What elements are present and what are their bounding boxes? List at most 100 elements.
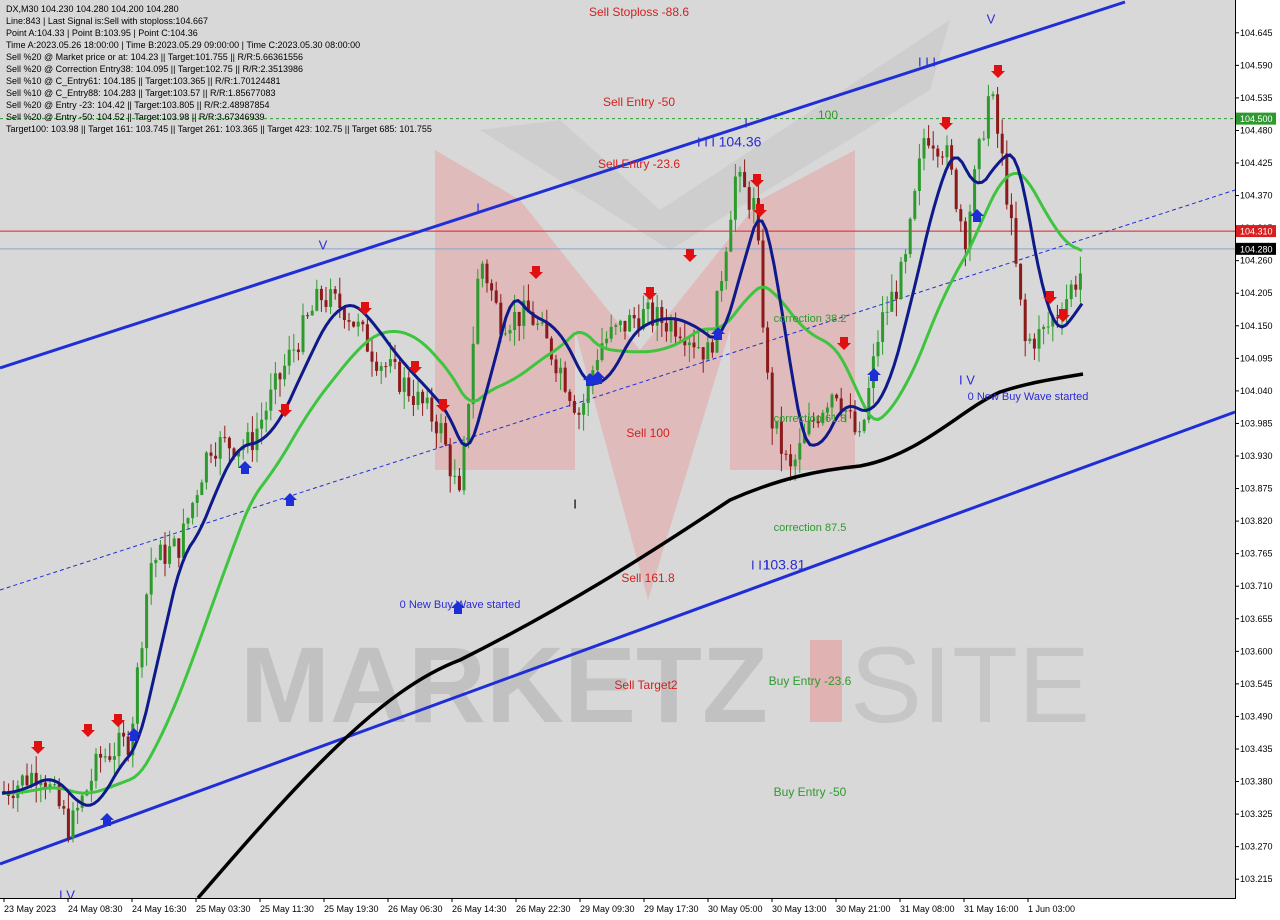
chart-annotation: Sell 100 <box>626 426 670 440</box>
candle-body <box>885 311 889 313</box>
candle-body <box>324 300 328 307</box>
candle-body <box>678 336 682 339</box>
candle-body <box>402 377 406 392</box>
info-line: Sell %20 @ Market price or at: 104.23 ||… <box>6 52 303 62</box>
candle-body <box>126 736 130 756</box>
candle-body <box>605 338 609 344</box>
candle-body <box>743 171 747 188</box>
candle-body <box>1055 317 1059 319</box>
candle-body <box>752 197 756 210</box>
price-tick-label: 103.600 <box>1240 646 1273 656</box>
candle-body <box>338 293 342 309</box>
time-tick-label: 24 May 16:30 <box>132 904 187 914</box>
candle-body <box>1078 273 1082 290</box>
candle-body <box>398 361 402 392</box>
price-tick-label: 104.150 <box>1240 321 1273 331</box>
sell-arrow-icon <box>991 65 1005 78</box>
chart-annotation: Buy Entry -50 <box>774 785 847 799</box>
price-badge-label: 104.500 <box>1240 114 1273 124</box>
candle-body <box>655 307 659 326</box>
candle-body <box>416 391 420 405</box>
price-tick-label: 104.095 <box>1240 353 1273 363</box>
info-line: Time A:2023.05.26 18:00:00 | Time B:2023… <box>6 40 361 50</box>
candle-body <box>917 158 921 192</box>
candle-body <box>117 732 121 757</box>
candle-body <box>135 667 139 724</box>
candle-body <box>103 756 107 758</box>
time-tick-label: 25 May 03:30 <box>196 904 251 914</box>
candle-body <box>513 311 517 331</box>
candle-body <box>485 263 489 284</box>
candle-body <box>986 96 990 139</box>
candle-body <box>342 308 346 321</box>
candle-body <box>687 342 691 346</box>
time-tick-label: 31 May 16:00 <box>964 904 1019 914</box>
candle-body <box>333 289 337 294</box>
candle-body <box>379 366 383 371</box>
candle-body <box>563 367 567 392</box>
chart-annotation: I <box>573 496 577 511</box>
candle-body <box>922 138 926 159</box>
candle-body <box>853 411 857 433</box>
candle-body <box>991 94 995 97</box>
price-tick-label: 103.545 <box>1240 679 1273 689</box>
price-tick-label: 103.655 <box>1240 614 1273 624</box>
chart-annotation: Sell 161.8 <box>621 571 675 585</box>
candle-body <box>76 807 80 811</box>
candle-body <box>361 321 365 325</box>
chart-annotation: V <box>319 237 328 252</box>
chart-annotation: Sell Entry -23.6 <box>598 157 680 171</box>
candle-body <box>674 320 678 337</box>
candle-body <box>517 311 521 326</box>
candle-body <box>881 312 885 342</box>
candle-body <box>375 361 379 371</box>
time-tick-label: 26 May 06:30 <box>388 904 443 914</box>
price-tick-label: 104.590 <box>1240 60 1273 70</box>
candle-body <box>945 145 949 158</box>
candle-body <box>149 563 153 595</box>
candle-body <box>715 290 719 353</box>
candle-body <box>766 327 770 373</box>
candle-body <box>223 437 227 439</box>
chart-annotation: V <box>987 11 996 26</box>
candle-body <box>779 421 783 454</box>
price-tick-label: 104.645 <box>1240 28 1273 38</box>
chart-annotation: 103.81 <box>763 557 806 573</box>
candle-body <box>306 315 310 317</box>
candle-body <box>407 377 411 397</box>
candle-body <box>181 523 185 558</box>
candle-body <box>559 367 563 374</box>
chart-annotation: I <box>476 200 480 215</box>
sell-arrow-icon <box>358 302 372 315</box>
candle-body <box>195 495 199 503</box>
price-tick-label: 103.930 <box>1240 451 1273 461</box>
candle-body <box>273 373 277 390</box>
candle-body <box>1009 204 1013 219</box>
candle-body <box>94 753 98 781</box>
candle-body <box>356 321 360 327</box>
candle-body <box>1037 329 1041 349</box>
candle-body <box>614 325 618 327</box>
candle-body <box>329 289 333 307</box>
candle-body <box>963 221 967 250</box>
time-tick-label: 29 May 09:30 <box>580 904 635 914</box>
price-chart[interactable]: MARKETZ SITE Sell Stoploss -88.6 Sell Entr… <box>0 0 1280 920</box>
chart-annotation: correction 87.5 <box>774 522 847 534</box>
candle-body <box>62 806 66 809</box>
candle-body <box>471 343 475 405</box>
candle-body <box>1000 133 1004 154</box>
candle-body <box>936 148 940 157</box>
candle-body <box>1042 326 1046 330</box>
candle-body <box>301 315 305 353</box>
chart-annotation: I <box>744 115 748 130</box>
chart-annotation: Sell Entry -50 <box>603 95 675 109</box>
price-tick-label: 103.490 <box>1240 711 1273 721</box>
candle-body <box>25 775 29 786</box>
info-line: Sell %20 @ Entry -23: 104.42 || Target:1… <box>6 100 270 110</box>
candle-body <box>609 326 613 339</box>
candle-body <box>490 283 494 291</box>
info-line: Target100: 103.98 || Target 161: 103.745… <box>6 124 432 134</box>
price-tick-label: 103.710 <box>1240 581 1273 591</box>
candle-body <box>163 544 167 564</box>
candle-body <box>692 342 696 348</box>
